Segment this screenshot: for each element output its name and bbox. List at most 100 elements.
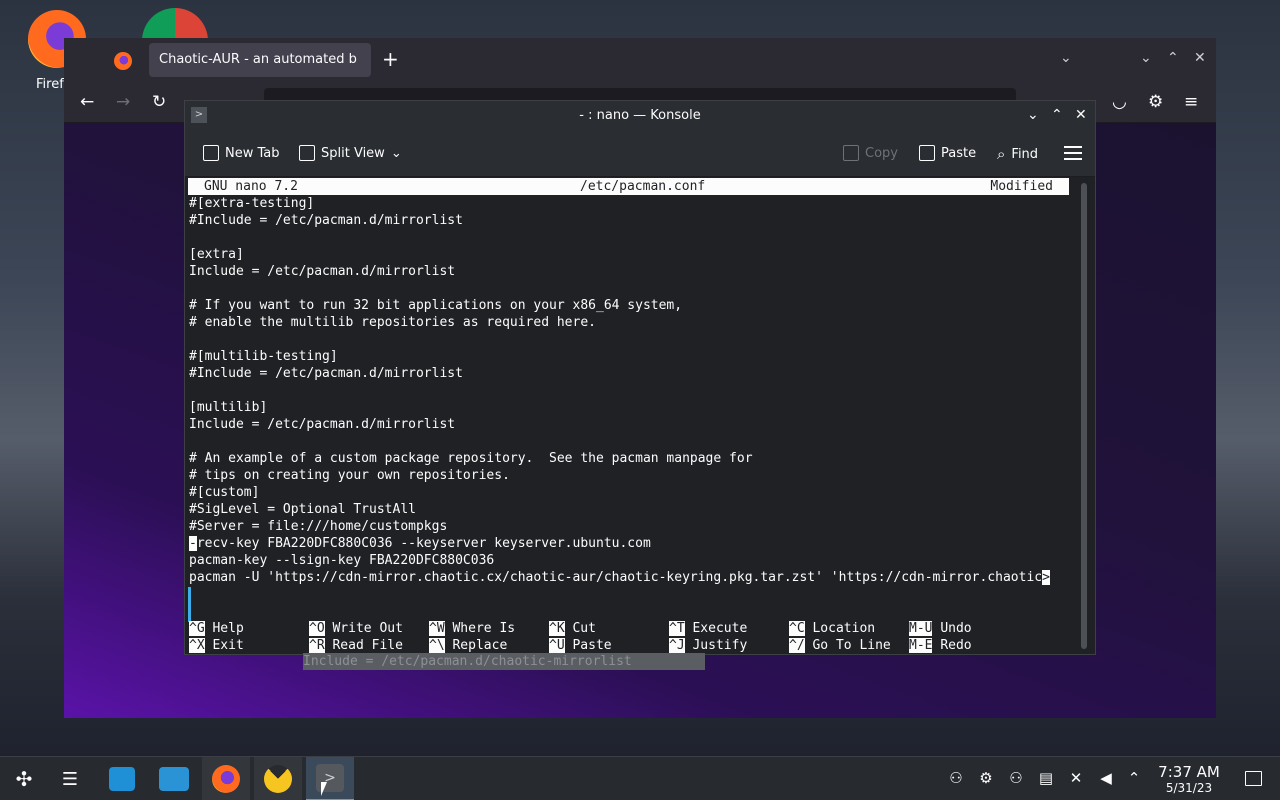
steam-deck-logo-icon: ✣	[15, 767, 33, 791]
shortcut-undo: M-U Undo	[909, 621, 972, 636]
mute-icon[interactable]: ✕	[1067, 769, 1085, 787]
find-label: Find	[1011, 146, 1039, 162]
shortcut-write-out: ^O Write Out	[309, 621, 403, 636]
firefox-tab[interactable]: Chaotic-AUR - an automated b	[149, 43, 371, 77]
new-tab-button[interactable]: New Tab	[203, 145, 280, 161]
shortcut-cut: ^K Cut	[549, 621, 596, 636]
shortcut-read-file: ^R Read File	[309, 638, 403, 653]
line-overflow-marker: >	[1042, 570, 1050, 585]
shortcut-redo: M-E Redo	[909, 638, 972, 653]
settings-task[interactable]: ☰	[46, 757, 94, 800]
editor-line-text: pacman -U 'https://cdn-mirror.chaotic.cx…	[189, 570, 1043, 585]
new-tab-label: New Tab	[225, 145, 280, 161]
editor-line: # An example of a custom package reposit…	[189, 451, 753, 466]
maximize-icon[interactable]: ⌃	[1051, 107, 1063, 123]
shortcut-location: ^C Location	[789, 621, 876, 636]
nano-header: GNU nano 7.2 /etc/pacman.conf Modified	[188, 178, 1069, 195]
clipboard-icon[interactable]: ▤	[1037, 769, 1055, 787]
paste-button[interactable]: Paste	[919, 145, 976, 161]
shortcut-justify: ^J Justify	[669, 638, 748, 653]
editor-line: # enable the multilib repositories as re…	[189, 315, 596, 330]
hamburger-menu-icon[interactable]	[1064, 146, 1082, 160]
editor-line: # tips on creating your own repositories…	[189, 468, 510, 483]
split-view-icon	[299, 145, 315, 161]
nano-filename: /etc/pacman.conf	[580, 179, 706, 194]
folder-icon	[159, 767, 189, 791]
clock[interactable]: 7:37 AM 5/31/23	[1152, 763, 1226, 795]
maximize-icon[interactable]: ⌃	[1167, 50, 1179, 66]
desktop-firefox-label: Firef	[36, 77, 64, 92]
editor-line: -recv-key FBA220DFC880C036 --keyserver k…	[189, 535, 651, 552]
shortcut-paste: ^U Paste	[549, 638, 612, 653]
konsole-title: - : nano — Konsole	[579, 108, 701, 123]
firefox-view-icon[interactable]	[114, 52, 132, 70]
firefox-task[interactable]	[202, 757, 250, 800]
extensions-icon[interactable]: ⚙	[1148, 92, 1163, 112]
chevron-down-icon: ⌄	[390, 145, 402, 161]
editor-line: [multilib]	[189, 400, 268, 415]
overlay-text-fragment: Include = /etc/pacman.d/chaotic-mirrorli…	[303, 653, 705, 670]
show-desktop-icon[interactable]	[1245, 771, 1262, 786]
clock-time: 7:37 AM	[1158, 763, 1220, 781]
minimize-icon[interactable]: ⌄	[1140, 50, 1152, 66]
text-cursor: -	[189, 536, 197, 551]
forward-icon[interactable]: →	[116, 92, 130, 112]
taskbar: ✣ ☰ > ⚇ ⚙ ⚇ ▤ ✕ ◀ ⌃ 7:37 AM 5/31/23	[0, 756, 1280, 800]
discover-task[interactable]	[98, 757, 146, 800]
editor-line: #Server = file:///home/custompkgs	[189, 519, 448, 534]
paste-icon	[919, 145, 935, 161]
steam-icon[interactable]: ⚙	[977, 769, 995, 787]
editor-line: pacman-key --lsign-key FBA220DFC880C036	[189, 553, 495, 568]
close-icon[interactable]: ✕	[1075, 107, 1087, 123]
user-icon[interactable]: ⚇	[947, 769, 965, 787]
konsole-titlebar[interactable]: > - : nano — Konsole ⌄ ⌃ ✕	[185, 101, 1095, 131]
new-tab-button[interactable]: +	[382, 47, 399, 71]
terminal-scrollbar[interactable]	[1081, 183, 1087, 649]
files-task[interactable]	[150, 757, 198, 800]
split-view-button[interactable]: Split View ⌄	[299, 145, 402, 161]
network-icon[interactable]: ⚇	[1007, 769, 1025, 787]
konsole-toolbar: New Tab Split View ⌄ Copy Paste ⌕ Find	[185, 131, 1095, 177]
shortcut-execute: ^T Execute	[669, 621, 748, 636]
paste-label: Paste	[941, 145, 977, 161]
editor-line-text: recv-key FBA220DFC880C036 --keyserver ke…	[196, 536, 651, 551]
copy-button[interactable]: Copy	[843, 145, 898, 161]
editor-line: [extra]	[189, 247, 244, 262]
editor-line: Include = /etc/pacman.d/mirrorlist	[189, 264, 456, 279]
reload-icon[interactable]: ↻	[152, 92, 166, 112]
game-task[interactable]	[254, 757, 302, 800]
volume-icon[interactable]: ◀	[1097, 769, 1115, 787]
konsole-window: > - : nano — Konsole ⌄ ⌃ ✕ New Tab Split…	[184, 100, 1096, 655]
shortcut-replace: ^\ Replace	[429, 638, 508, 653]
sliders-icon: ☰	[61, 768, 79, 790]
copy-icon	[843, 145, 859, 161]
tray-expand-icon[interactable]: ⌃	[1125, 769, 1143, 787]
store-icon	[109, 767, 135, 791]
search-icon: ⌕	[997, 145, 1006, 163]
app-launcher-button[interactable]: ✣	[0, 757, 48, 800]
input-caret	[188, 587, 191, 622]
nano-version: GNU nano 7.2	[204, 179, 298, 194]
editor-line: pacman -U 'https://cdn-mirror.chaotic.cx…	[189, 569, 1050, 586]
pacman-icon	[264, 765, 292, 793]
mouse-pointer-icon	[321, 782, 327, 796]
close-icon[interactable]: ✕	[1194, 50, 1206, 66]
konsole-task[interactable]: >	[306, 757, 354, 800]
firefox-icon	[212, 765, 240, 793]
find-button[interactable]: ⌕ Find	[997, 145, 1038, 163]
editor-line: # If you want to run 32 bit applications…	[189, 298, 683, 313]
terminal-area[interactable]: GNU nano 7.2 /etc/pacman.conf Modified #…	[188, 178, 1069, 653]
editor-line: #[extra-testing]	[189, 196, 315, 211]
split-view-label: Split View	[321, 145, 385, 161]
menu-icon[interactable]: ≡	[1184, 92, 1198, 112]
nano-status: Modified	[990, 179, 1053, 194]
firefox-tab-bar: Chaotic-AUR - an automated b + ⌄ ⌄ ⌃ ✕	[64, 38, 1216, 84]
list-tabs-icon[interactable]: ⌄	[1060, 50, 1072, 66]
pocket-icon[interactable]: ◡	[1112, 92, 1127, 112]
minimize-icon[interactable]: ⌄	[1027, 107, 1039, 123]
shortcut-go-to-line: ^/ Go To Line	[789, 638, 891, 653]
new-tab-icon	[203, 145, 219, 161]
back-icon[interactable]: ←	[80, 92, 94, 112]
editor-line: Include = /etc/pacman.d/mirrorlist	[189, 417, 456, 432]
shortcut-where-is: ^W Where Is	[429, 621, 516, 636]
